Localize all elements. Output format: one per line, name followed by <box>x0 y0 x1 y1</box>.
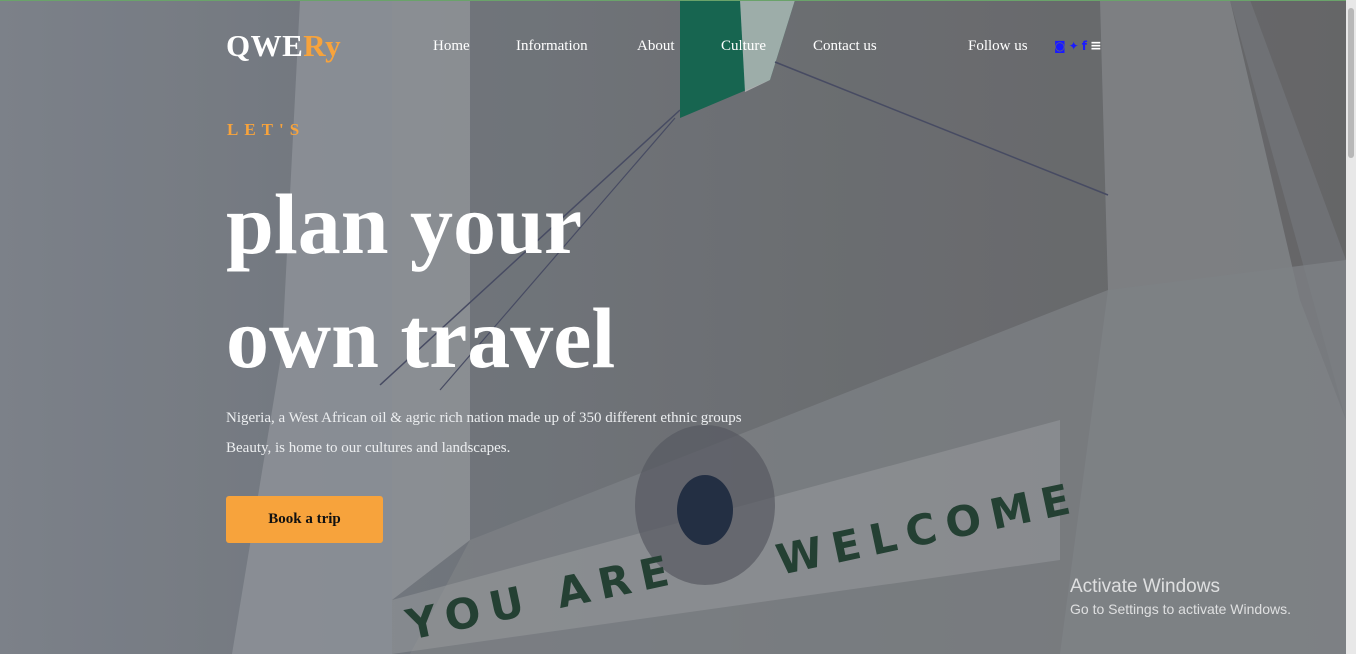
book-trip-button[interactable]: Book a trip <box>226 496 383 543</box>
hero-headline: plan your own travel <box>226 167 615 395</box>
hero-description: Nigeria, a West African oil & agric rich… <box>226 403 846 463</box>
activate-subtitle: Go to Settings to activate Windows. <box>1070 601 1291 617</box>
instagram-icon[interactable]: ◙ <box>1054 39 1066 53</box>
nav-contact[interactable]: Contact us <box>813 38 877 55</box>
brand-logo[interactable]: QWERy <box>226 28 341 64</box>
page-scrollbar[interactable] <box>1346 0 1356 654</box>
headline-line-2: own travel <box>226 290 616 386</box>
twitter-icon[interactable]: ✦ <box>1069 39 1079 53</box>
description-line-2: Beauty, is home to our cultures and land… <box>226 440 511 456</box>
activate-title: Activate Windows <box>1070 576 1220 597</box>
dark-overlay <box>0 0 1346 654</box>
description-line-1: Nigeria, a West African oil & agric rich… <box>226 410 742 426</box>
nav-culture[interactable]: Culture <box>721 38 766 55</box>
hero-background: YOU ARE WELCOME <box>0 0 1346 654</box>
brand-suffix: Ry <box>303 28 342 63</box>
nav-information[interactable]: Information <box>516 38 588 55</box>
windows-activation-watermark: Activate Windows Go to Settings to activ… <box>1070 576 1291 617</box>
brand-prefix: QWE <box>226 28 304 63</box>
top-border <box>0 0 1356 1</box>
menu-icon[interactable]: ≡ <box>1090 39 1102 53</box>
headline-line-1: plan your <box>226 176 583 272</box>
scrollbar-thumb[interactable] <box>1348 8 1354 158</box>
social-links: ◙ ✦ f ≡ <box>1054 39 1102 53</box>
nav-home[interactable]: Home <box>433 38 470 55</box>
follow-us-label: Follow us <box>968 38 1028 54</box>
nav-about[interactable]: About <box>637 38 675 55</box>
facebook-icon[interactable]: f <box>1082 39 1087 53</box>
hero-kicker: LET'S <box>227 120 306 139</box>
